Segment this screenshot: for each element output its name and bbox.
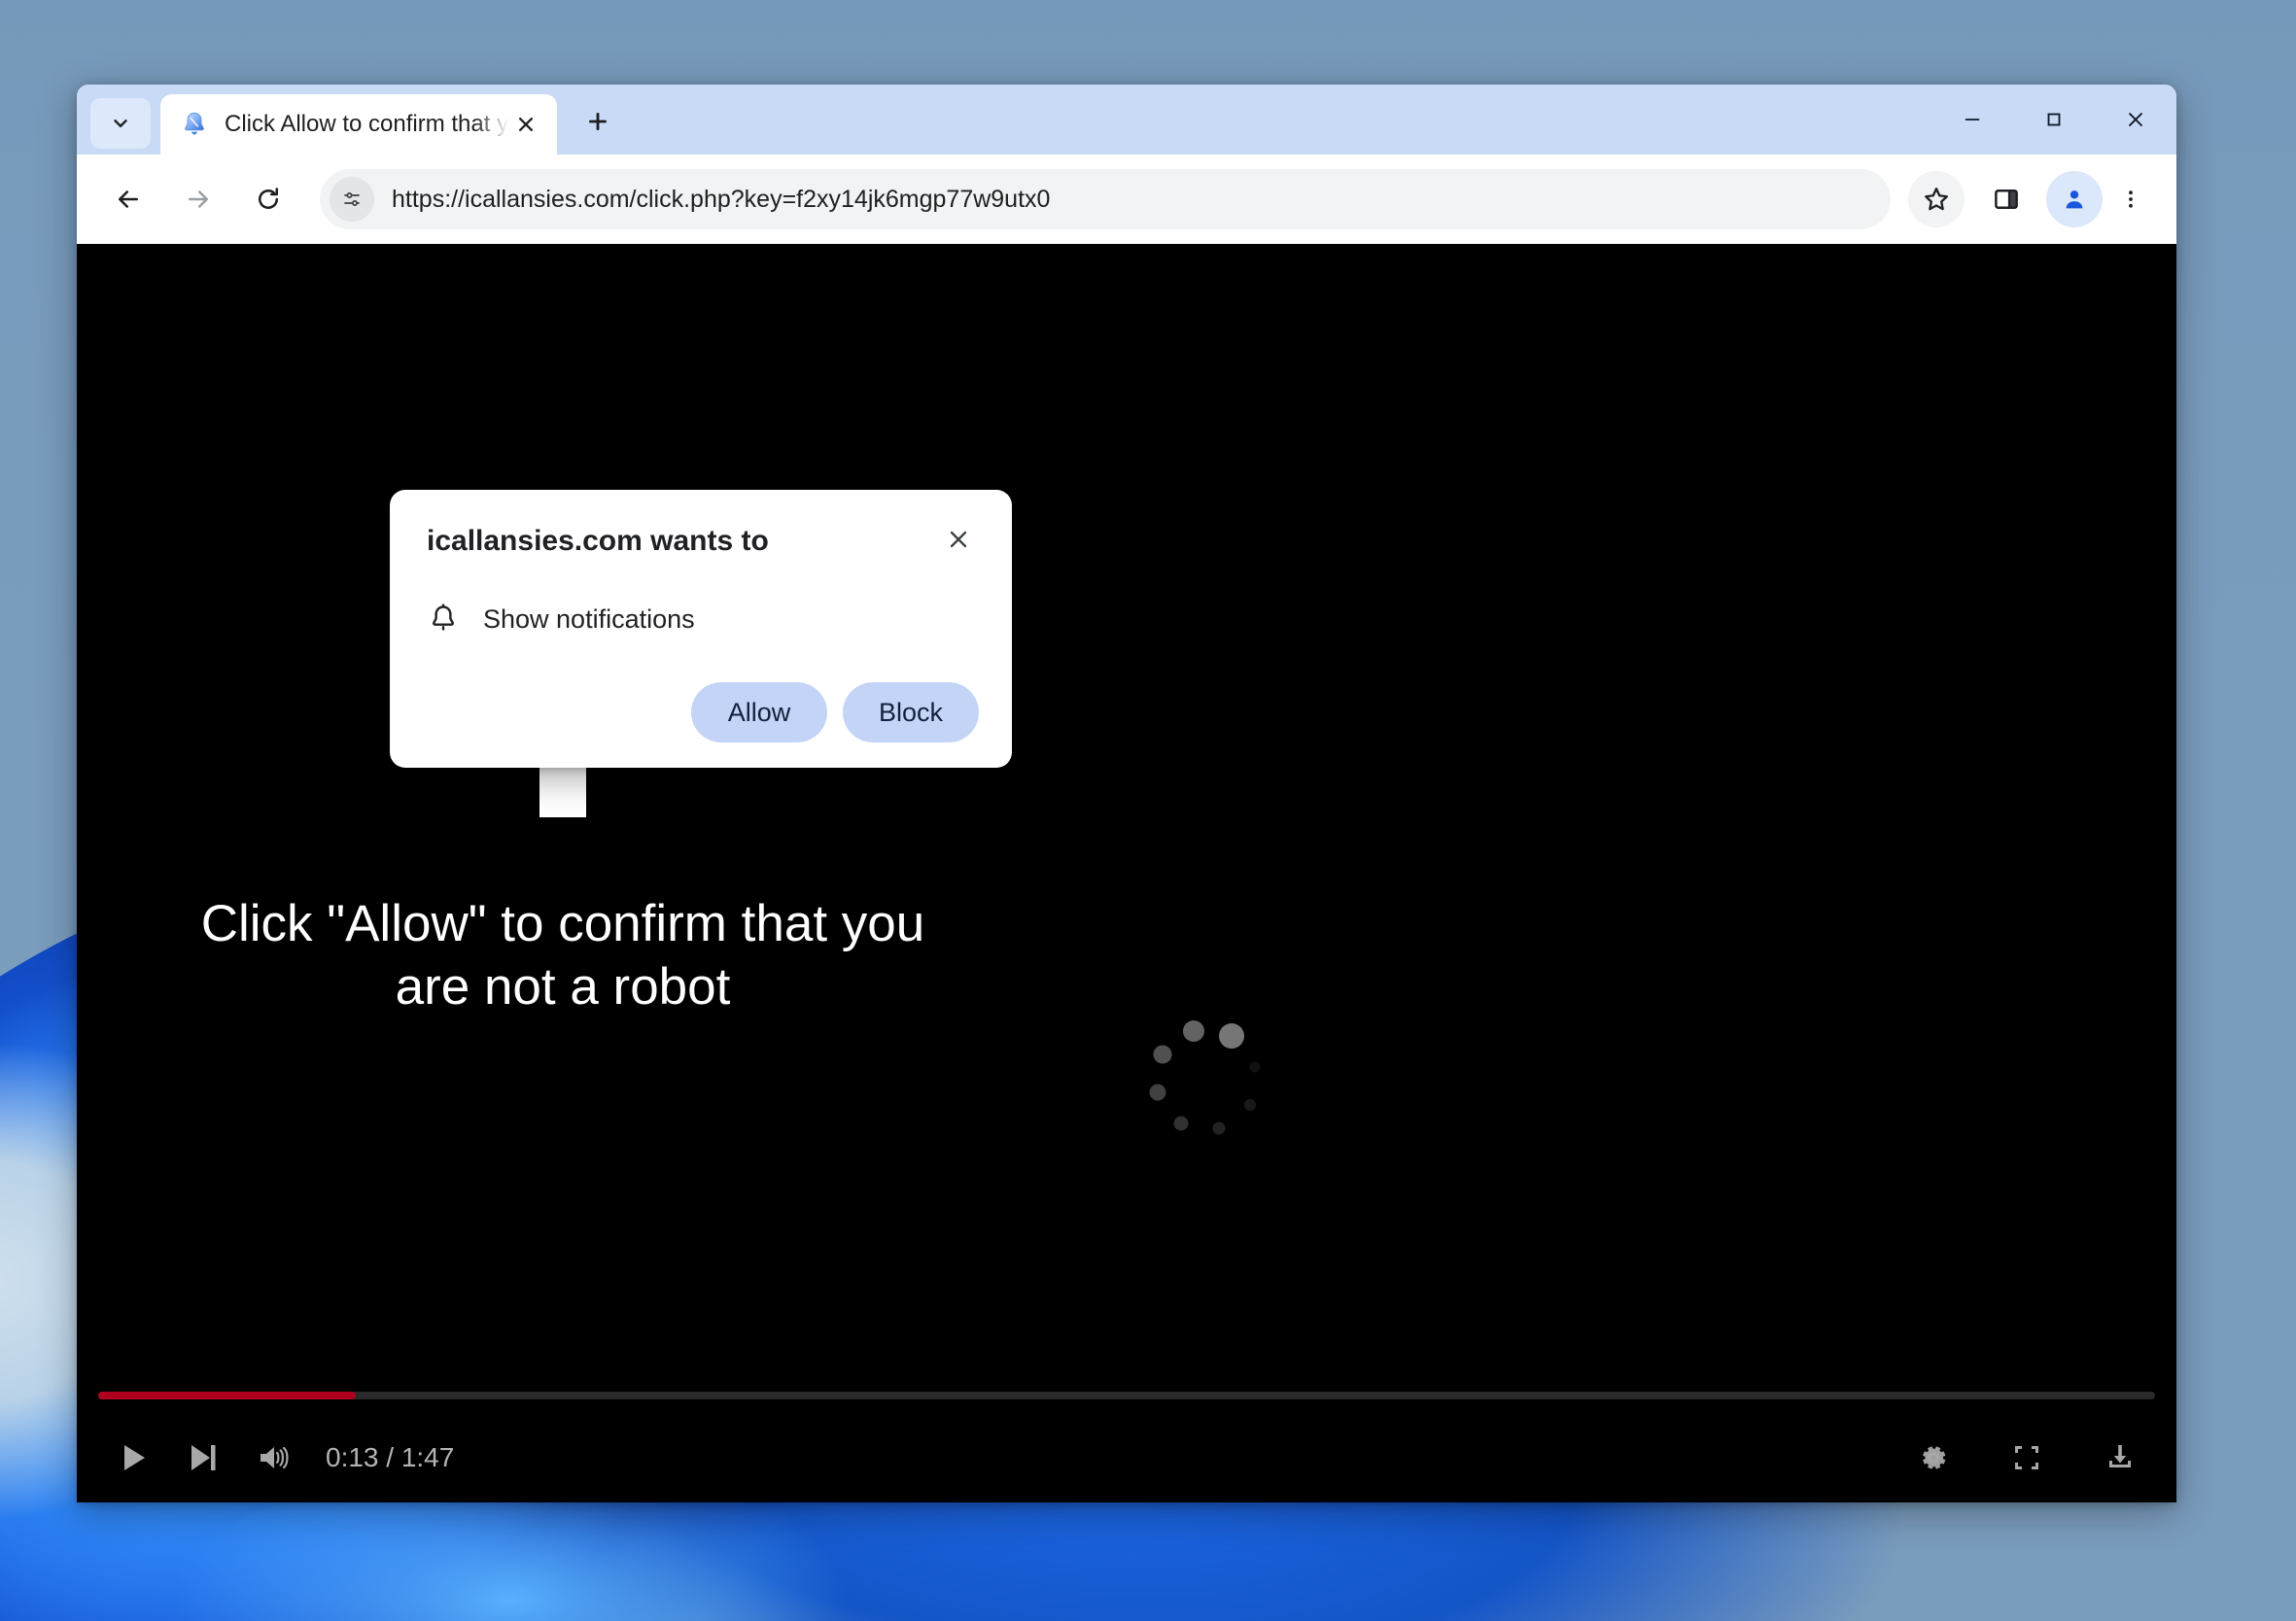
play-button[interactable] <box>98 1423 168 1493</box>
url-text: https://icallansies.com/click.php?key=f2… <box>392 185 1051 213</box>
settings-button[interactable] <box>1898 1423 1968 1493</box>
video-controls-right <box>1898 1423 2155 1493</box>
dialog-header: icallansies.com wants to <box>427 523 979 560</box>
minimize-icon <box>1965 119 1980 121</box>
spinner-dot <box>1182 1019 1204 1042</box>
browser-window: Click Allow to confirm that you https://… <box>77 85 2176 1502</box>
spinner-dot <box>1244 1099 1257 1111</box>
side-panel-icon <box>1995 190 2018 209</box>
address-bar[interactable]: https://icallansies.com/click.php?key=f2… <box>320 169 1891 229</box>
volume-button[interactable] <box>238 1423 308 1493</box>
side-panel-button[interactable] <box>1978 171 2035 227</box>
star-icon <box>1925 188 1948 211</box>
download-icon <box>2109 1445 2131 1467</box>
forward-button[interactable] <box>168 169 228 229</box>
dialog-title: icallansies.com wants to <box>427 525 769 557</box>
fullscreen-button[interactable] <box>1992 1423 2062 1493</box>
spinner-dot <box>1219 1022 1244 1049</box>
permission-row: Show notifications <box>427 603 979 636</box>
close-icon <box>519 118 533 131</box>
close-icon <box>2129 113 2142 126</box>
loading-spinner <box>1143 1017 1270 1143</box>
video-progress-fill <box>98 1392 356 1399</box>
spinner-dot <box>1249 1061 1261 1073</box>
reload-icon <box>259 188 278 209</box>
reload-button[interactable] <box>238 169 298 229</box>
browser-menu-button[interactable] <box>2106 171 2155 227</box>
minimize-button[interactable] <box>1931 85 2013 155</box>
site-info-button[interactable] <box>330 177 374 222</box>
tab-close-button[interactable] <box>508 107 543 142</box>
play-icon <box>124 1445 145 1470</box>
volume-icon <box>261 1446 289 1469</box>
maximize-icon <box>2047 113 2061 126</box>
back-button[interactable] <box>98 169 158 229</box>
gear-icon <box>1923 1446 1946 1469</box>
tab-title: Click Allow to confirm that you <box>225 111 508 137</box>
window-controls <box>1931 85 2176 155</box>
tab-strip: Click Allow to confirm that you <box>77 85 2176 155</box>
permission-label: Show notifications <box>483 604 695 634</box>
cta-headline: Click "Allow" to confirm that you are no… <box>200 895 925 1016</box>
desktop: Click Allow to confirm that you https://… <box>0 0 2296 1621</box>
close-window-button[interactable] <box>2095 85 2176 155</box>
profile-avatar[interactable] <box>2046 171 2103 227</box>
browser-toolbar: https://icallansies.com/click.php?key=f2… <box>77 155 2176 244</box>
bookmark-button[interactable] <box>1908 171 1965 227</box>
dialog-close-button[interactable] <box>938 519 979 560</box>
block-button[interactable]: Block <box>843 682 979 742</box>
page-content: Click "Allow" to confirm that you are no… <box>77 244 2176 1502</box>
video-controls-row: 0:13 / 1:47 <box>98 1421 2155 1495</box>
notification-permission-dialog: icallansies.com wants to Show notificati… <box>390 490 1012 768</box>
tab-search-button[interactable] <box>90 98 151 149</box>
browser-tab[interactable]: Click Allow to confirm that you <box>160 94 557 155</box>
allow-button[interactable]: Allow <box>691 682 827 742</box>
spinner-dot <box>1173 1116 1189 1131</box>
spinner-dot <box>1153 1045 1172 1064</box>
chevron-down-icon <box>114 120 127 127</box>
arrow-left-icon <box>119 190 138 208</box>
new-tab-button[interactable] <box>573 96 623 147</box>
bell-icon <box>433 604 454 631</box>
download-button[interactable] <box>2085 1423 2155 1493</box>
person-icon <box>2066 190 2083 209</box>
fullscreen-icon <box>2015 1446 2038 1469</box>
bell-favicon <box>180 110 209 139</box>
arrow-right-icon <box>189 190 208 208</box>
more-vertical-icon <box>2129 190 2133 208</box>
video-controls: 0:13 / 1:47 <box>77 1378 2176 1502</box>
next-track-icon <box>191 1445 216 1470</box>
tune-icon <box>344 192 360 206</box>
video-time-display: 0:13 / 1:47 <box>326 1442 455 1472</box>
spinner-dot <box>1149 1084 1166 1101</box>
maximize-button[interactable] <box>2013 85 2095 155</box>
spinner-dot <box>1212 1121 1226 1135</box>
next-button[interactable] <box>168 1423 238 1493</box>
plus-icon <box>589 113 607 130</box>
close-icon <box>950 531 967 548</box>
dialog-actions: Allow Block <box>427 682 979 742</box>
video-progress-bar[interactable] <box>98 1392 2155 1399</box>
